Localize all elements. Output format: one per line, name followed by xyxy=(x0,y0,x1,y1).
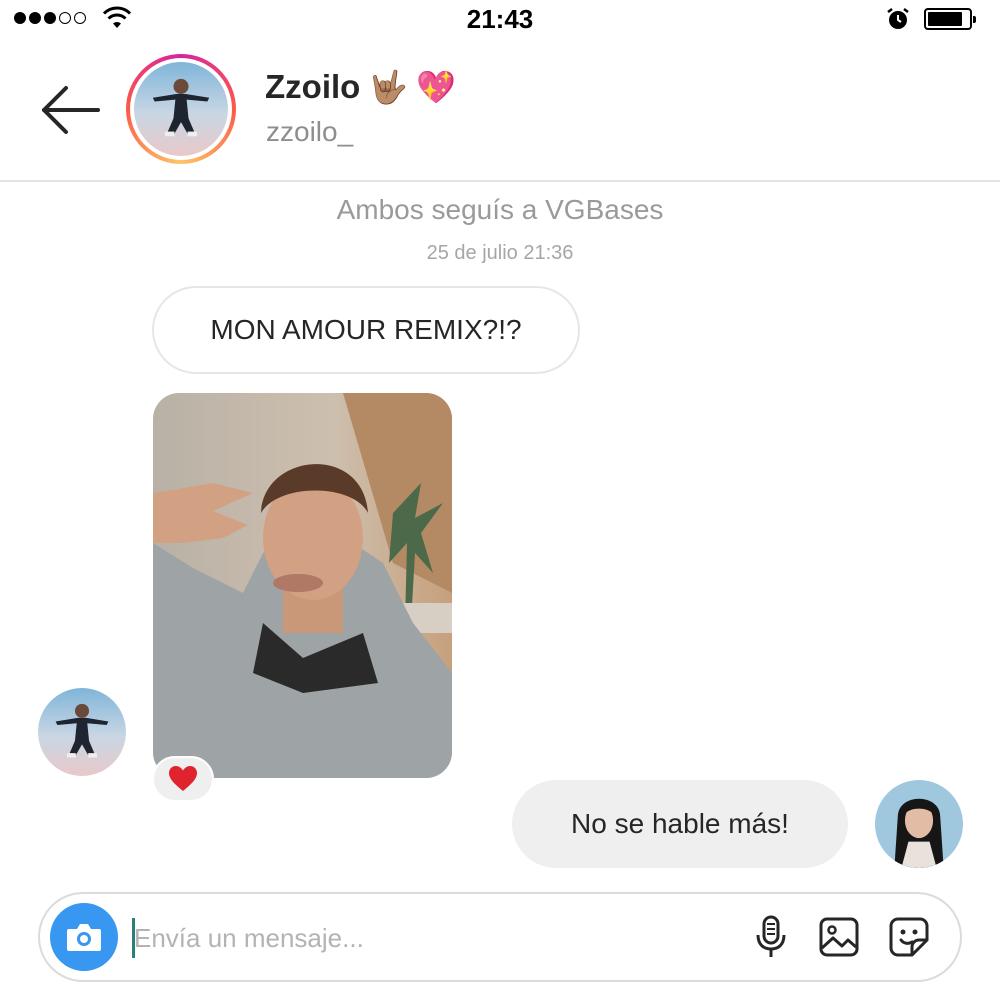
arrow-left-icon[interactable] xyxy=(38,80,102,140)
battery-icon xyxy=(924,8,976,30)
incoming-message-bubble[interactable]: MON AMOUR REMIX?!? xyxy=(152,286,580,374)
heart-icon xyxy=(169,766,197,791)
sticker-icon xyxy=(889,917,929,957)
gallery-button[interactable] xyxy=(814,912,864,962)
sender-avatar[interactable] xyxy=(38,688,126,776)
emoji-sparkling-heart: 💖 xyxy=(416,68,456,106)
alarm-clock-icon xyxy=(887,8,909,29)
chat-header: Zzoilo 🤟🏽 💖 zzoilo_ xyxy=(0,40,1000,182)
my-avatar[interactable] xyxy=(875,780,963,868)
message-timestamp: 25 de julio 21:36 xyxy=(426,242,574,264)
message-text: No se hable más! xyxy=(571,808,789,839)
chat-title[interactable]: Zzoilo 🤟🏽 💖 xyxy=(265,68,456,106)
outgoing-message-bubble[interactable]: No se hable más! xyxy=(512,780,848,868)
emoji-horns: 🤟🏽 xyxy=(368,68,409,106)
contact-name: Zzoilo xyxy=(265,68,361,105)
message-text: MON AMOUR REMIX?!? xyxy=(210,314,522,345)
microphone-icon xyxy=(756,915,786,957)
incoming-photo-message[interactable] xyxy=(153,393,452,778)
camera-button[interactable] xyxy=(50,903,118,971)
voice-message-button[interactable] xyxy=(746,912,796,962)
status-time: 21:43 xyxy=(466,4,534,34)
mutual-follow-context: Ambos seguís a VGBases xyxy=(336,194,664,225)
contact-username[interactable]: zzoilo_ xyxy=(266,116,353,148)
sticker-button[interactable] xyxy=(884,912,934,962)
header-avatar[interactable] xyxy=(126,54,236,164)
battery-level xyxy=(928,12,962,26)
message-composer xyxy=(38,892,962,982)
gallery-icon xyxy=(819,917,859,957)
heart-reaction[interactable] xyxy=(152,756,214,802)
message-input[interactable] xyxy=(134,914,724,962)
status-bar: 21:43 xyxy=(0,0,1000,40)
camera-icon xyxy=(67,924,101,951)
avatar xyxy=(134,62,228,156)
